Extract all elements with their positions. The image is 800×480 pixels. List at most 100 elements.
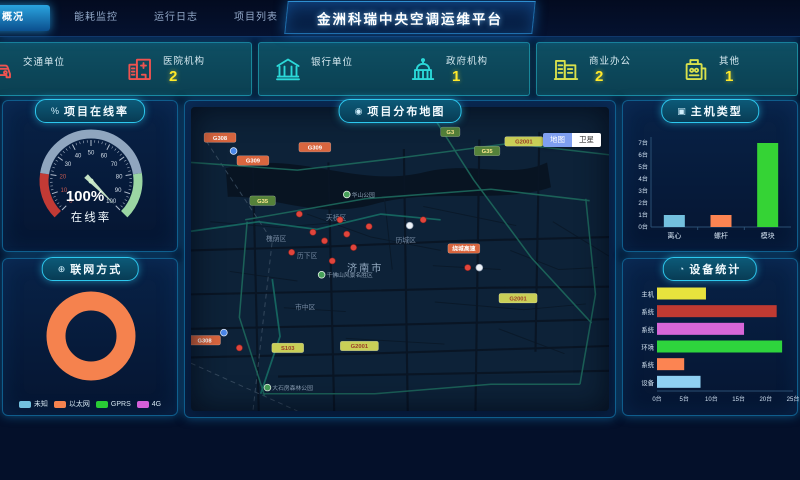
stat-label: 医院机构 (163, 53, 205, 67)
stat-item[interactable]: 银行单位 (259, 54, 394, 85)
online-rate-icon: % (51, 107, 59, 116)
map-project-marker[interactable] (350, 244, 356, 250)
map-district-label: 历城区 (396, 237, 417, 245)
hospital-icon (125, 54, 155, 84)
legend-item[interactable]: 未知 (19, 399, 48, 409)
legend-item[interactable]: 以太网 (54, 399, 90, 409)
stat-card: 商业办公2其他1 (536, 42, 798, 96)
online-rate-gauge: 0102030405060708090100100%在线率 (3, 117, 179, 247)
stat-item[interactable]: 政府机构1 (394, 53, 529, 85)
gauge-tick (59, 206, 61, 208)
panel-title-pill: ⊕ 联网方式 (42, 257, 139, 281)
panel-title: 主机类型 (691, 103, 743, 119)
stat-value (29, 69, 65, 85)
map-district-label: 市中区 (295, 303, 316, 312)
stat-item[interactable]: 医院机构2 (111, 53, 251, 85)
svg-text:G308: G308 (213, 136, 228, 142)
gauge-tick (126, 175, 132, 176)
panel-title-pill: ▣ 主机类型 (661, 99, 759, 123)
svg-text:G309: G309 (308, 145, 322, 151)
map-project-marker[interactable] (344, 231, 350, 237)
x-axis-tick: 0台 (652, 395, 661, 403)
panel-title-pill: ◉ 项目分布地图 (339, 99, 462, 123)
dashboard-screen: 概况能耗监控运行日志项目列表视频监控 金洲科瑞中央空调运维平台 交通单位医院机构… (0, 0, 800, 480)
map-project-marker[interactable] (329, 258, 335, 264)
gauge-value: 100% (66, 188, 104, 205)
gauge-tick (126, 164, 128, 165)
device-bar (657, 288, 706, 300)
stat-item[interactable]: 其他1 (667, 53, 797, 85)
gauge-segment (124, 174, 138, 215)
svg-text:绕城高速: 绕城高速 (452, 245, 475, 253)
stat-value: 1 (452, 68, 488, 85)
map-poi-marker[interactable] (264, 384, 271, 391)
map-project-marker[interactable] (337, 217, 343, 223)
government-icon (408, 54, 438, 84)
gauge-tick (105, 143, 106, 145)
stat-value: 2 (595, 68, 631, 85)
gauge-tick (127, 167, 129, 168)
stat-item[interactable]: 商业办公2 (537, 53, 667, 85)
host-type-bar (757, 143, 778, 227)
legend-item[interactable]: GPRS (96, 401, 131, 408)
map-info-marker[interactable] (406, 222, 413, 229)
gauge-tick (51, 171, 53, 172)
legend-label: 4G (152, 401, 161, 408)
map-district-label: 槐荫区 (266, 234, 287, 243)
road-badge: G309 (299, 142, 331, 152)
network-icon: ⊕ (58, 265, 66, 274)
car-icon (0, 54, 15, 84)
gauge-tick (107, 144, 110, 149)
panel-host-type: ▣ 主机类型 0台1台2台3台4台5台6台7台离心螺杆模块 (622, 100, 798, 252)
map-project-marker[interactable] (289, 249, 295, 255)
map-project-marker[interactable] (366, 223, 372, 229)
map-project-marker[interactable] (321, 238, 327, 244)
stat-item[interactable]: 交通单位 (0, 54, 111, 85)
map-project-marker[interactable] (420, 217, 426, 223)
project-distribution-map[interactable]: G308G309G309G308绕城高速G3G35G35G2001G2001G2… (191, 107, 609, 411)
gauge-tick (129, 189, 131, 190)
top-nav-bar: 概况能耗监控运行日志项目列表视频监控 金洲科瑞中央空调运维平台 (0, 0, 800, 37)
nav-tab[interactable]: 能耗监控 (56, 1, 136, 35)
road-badge: G35 (250, 196, 276, 206)
x-axis-tick: 20台 (759, 395, 772, 403)
map-project-marker[interactable] (465, 265, 471, 271)
map-layer-button[interactable]: 地图 (543, 133, 572, 147)
map-project-marker[interactable] (296, 211, 302, 217)
legend-item[interactable]: 4G (137, 401, 161, 408)
map-station-marker[interactable] (221, 329, 228, 336)
stat-value: 2 (169, 68, 205, 85)
nav-tab[interactable]: 概况 (0, 5, 50, 31)
gauge-tick-label: 70 (111, 162, 118, 168)
map-station-marker[interactable] (230, 148, 237, 155)
y-axis-label: 0台 (638, 223, 648, 231)
map-project-marker[interactable] (310, 229, 316, 235)
stat-label: 银行单位 (311, 54, 353, 68)
map-poi-marker[interactable] (343, 191, 350, 198)
map-info-marker[interactable] (476, 264, 483, 271)
gauge-tick (120, 154, 122, 156)
road-badge: G2001 (499, 293, 537, 303)
map-project-marker[interactable] (236, 345, 242, 351)
gauge-tick (55, 200, 57, 201)
gauge-tick (53, 196, 55, 197)
device-bar (657, 323, 744, 335)
map-poi-marker[interactable] (318, 271, 325, 278)
gauge-tick (80, 142, 81, 144)
gauge-tick (52, 192, 58, 194)
stat-card: 交通单位医院机构2 (0, 42, 252, 96)
gauge-tick (72, 144, 75, 149)
legend-label: 未知 (34, 399, 48, 409)
donut-ring-ethernet (56, 301, 126, 371)
gauge-tick (117, 151, 119, 153)
map-layer-button[interactable]: 卫星 (572, 133, 601, 147)
devices-icon: ◔ (679, 265, 684, 274)
gauge-tick-label: 90 (115, 188, 122, 194)
y-axis-label: 7台 (638, 139, 648, 147)
y-axis-label: 1台 (638, 211, 648, 219)
gauge-tick-label: 20 (60, 175, 67, 181)
map-canvas[interactable]: G308G309G309G308绕城高速G3G35G35G2001G2001G2… (191, 107, 609, 411)
gauge-tick-label: 60 (101, 154, 108, 160)
map-district-label: 历下区 (297, 252, 318, 260)
nav-tab[interactable]: 运行日志 (136, 1, 216, 35)
